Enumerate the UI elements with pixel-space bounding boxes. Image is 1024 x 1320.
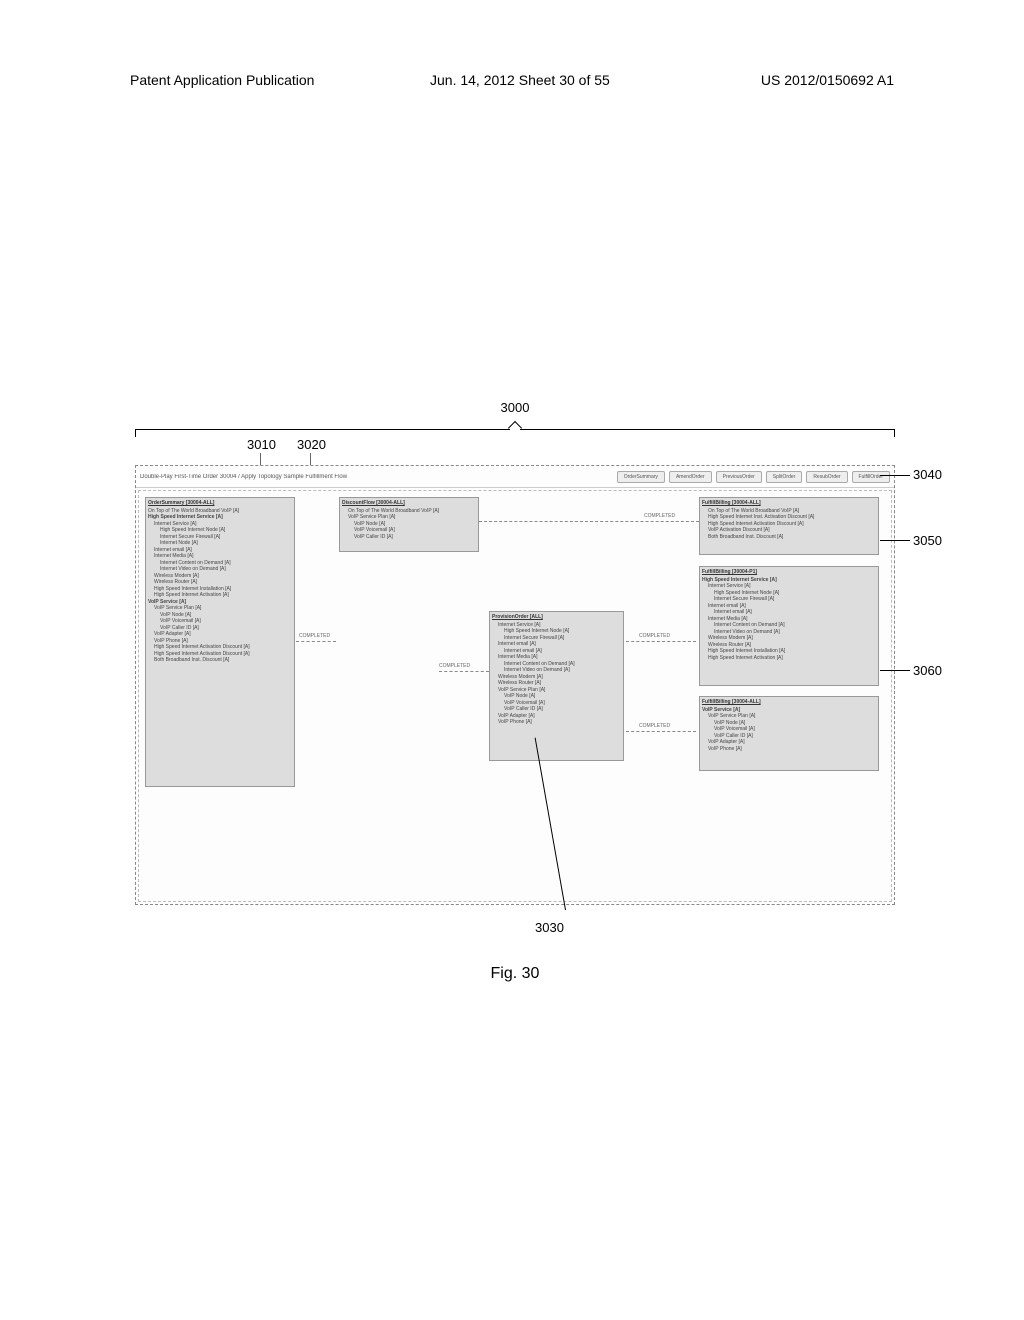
connector-line [479,521,699,522]
figure-ref-3060: 3060 [913,663,942,678]
line: VoIP Phone [A] [702,746,876,753]
btn-split-order[interactable]: SplitOrder [766,471,803,483]
connector-label: COMPLETED [644,513,675,519]
btn-resub-order[interactable]: ResubOrder [806,471,847,483]
btn-fulfill-order[interactable]: FulfillOrder [852,471,890,483]
panel-fulfill-billing-3: FulfillBilling [30004-ALL] VoIP Service … [699,696,879,771]
line: Both Broadband Inst. Discount [A] [148,657,292,664]
panel-discount-flow: DiscountFlow [30004-ALL] On Top of The W… [339,497,479,552]
header-center: Jun. 14, 2012 Sheet 30 of 55 [430,72,610,88]
connector-line [626,731,696,732]
figure-ref-3000: 3000 [135,400,895,415]
figure-brace [135,423,895,435]
panel-fulfill-billing-1: FulfillBilling [30004-ALL] On Top of The… [699,497,879,555]
connector-label: COMPLETED [299,633,330,639]
panel-title: ProvisionOrder [ALL] [492,614,621,621]
figure-ref-3010: 3010 [247,437,276,452]
panel-title: FulfillBilling [30004-ALL] [702,699,876,706]
line: Both Broadband Inst. Discount [A] [702,534,876,541]
connector-label: COMPLETED [639,633,670,639]
figure-ref-3050: 3050 [913,533,942,548]
btn-order-summary[interactable]: OrderSummary [617,471,665,483]
window-title: Double-Play First-Time Order 30004 / App… [140,474,613,480]
figure-caption: Fig. 30 [135,965,895,983]
header-right: US 2012/0150692 A1 [761,72,894,88]
figure-ref-3020: 3020 [297,437,326,452]
figure-ref-3030: 3030 [535,920,564,935]
panel-provision-order: ProvisionOrder [ALL] Internet Service [A… [489,611,624,761]
panel-order-summary: OrderSummary [30004-ALL] On Top of The W… [145,497,295,787]
figure-ref-3040: 3040 [913,467,942,482]
diagram-canvas: OrderSummary [30004-ALL] On Top of The W… [138,490,892,902]
panel-fulfill-billing-2: FulfillBilling [30004-P1] High Speed Int… [699,566,879,686]
panel-title: OrderSummary [30004-ALL] [148,500,292,507]
btn-amend-order[interactable]: AmendOrder [669,471,712,483]
line: VoIP Phone [A] [492,719,621,726]
line: VoIP Caller ID [A] [342,534,476,541]
btn-previous-order[interactable]: PreviousOrder [716,471,762,483]
connector-line [439,671,489,672]
window-titlebar: Double-Play First-Time Order 30004 / App… [136,466,894,488]
connector-label: COMPLETED [639,723,670,729]
connector-line [296,641,336,642]
panel-title: FulfillBilling [30004-P1] [702,569,876,576]
connector-line [626,641,696,642]
header-left: Patent Application Publication [130,72,314,88]
panel-title: DiscountFlow [30004-ALL] [342,500,476,507]
connector-label: COMPLETED [439,663,470,669]
panel-title: FulfillBilling [30004-ALL] [702,500,876,507]
diagram-window: Double-Play First-Time Order 30004 / App… [135,465,895,905]
line: High Speed Internet Activation [A] [702,655,876,662]
